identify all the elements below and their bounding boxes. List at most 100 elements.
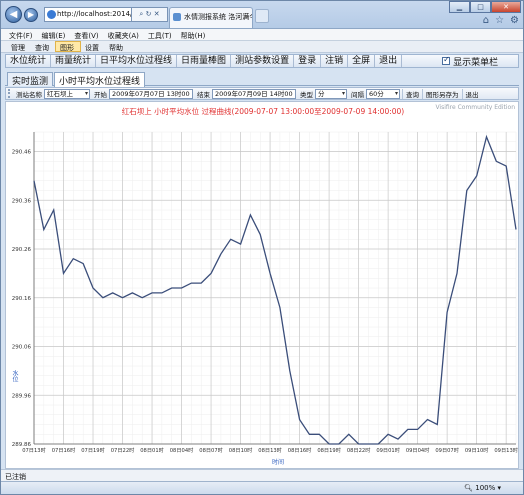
end-time-value: 2009年07月09日 14时00 [215,89,293,98]
x-tick-label: 09日01时 [376,446,400,454]
daily-rain-bar-button[interactable]: 日雨量棒图 [177,55,232,67]
minimize-button[interactable]: ▁ [449,1,470,13]
query-button[interactable]: 查询 [402,88,422,99]
fullscreen-button[interactable]: 全屏 [348,55,376,67]
app-menu-manage[interactable]: 管理 [7,41,31,52]
start-time-value: 2009年07月07日 13时00 [112,89,190,98]
rainfall-stats-button[interactable]: 雨量统计 [51,55,97,67]
water-level-stats-button[interactable]: 水位统计 [6,55,52,67]
interval-label: 间隔 [351,90,364,99]
station-label: 测站名称 [16,90,42,99]
end-time-input[interactable]: 2009年07月09日 14时00 [212,88,296,99]
station-select[interactable]: 红石坝上 ▾ [44,88,90,99]
app-menu-graph[interactable]: 图形 [55,41,81,52]
browser-window: ◀ ▶ http://localhost:2014/C6 ⌕ ↻ ✕ 水情测报系… [0,0,524,495]
x-tick-label: 09日07时 [435,446,459,454]
menu-file[interactable]: 文件(F) [5,29,38,40]
show-menu-toggle[interactable]: 显示菜单栏 [402,55,498,68]
show-menu-checkbox[interactable] [442,55,451,65]
zoom-level[interactable]: 🔍︎ 100% ▾ [464,484,501,492]
save-graph-button[interactable]: 图形另存为 [422,88,462,99]
content-tabs: 实时监测 小时平均水位过程线 [5,70,519,87]
function-toolbar: 水位统计 雨量统计 日平均水位过程线 日雨量棒图 测站参数设置 登录 注销 全屏… [5,54,519,68]
maximize-button[interactable]: □ [470,1,491,13]
x-tick-label: 07日16时 [52,446,76,454]
browser-chrome: ◀ ▶ http://localhost:2014/C6 ⌕ ↻ ✕ 水情测报系… [1,1,523,29]
browser-status-bar: 🔍︎ 100% ▾ [1,481,523,494]
x-tick-label: 07日13时 [22,446,46,454]
x-tick-label: 09日04时 [406,446,430,454]
x-tick-label: 07日22时 [111,446,135,454]
tab-page-icon [173,13,181,21]
window-controls: ▁ □ ✕ [449,1,521,13]
chevron-down-icon: ▾ [341,89,345,97]
menu-tools[interactable]: 工具(T) [144,29,177,40]
start-time-input[interactable]: 2009年07月07日 13时00 [109,88,193,99]
x-axis-label: 时间 [272,459,285,466]
x-tick-label: 08日13时 [258,446,282,454]
y-tick-label: 290.26 [12,247,32,253]
interval-select[interactable]: 60分 ▾ [366,88,400,99]
menu-help[interactable]: 帮助(H) [177,29,211,40]
type-value: 分 [318,89,325,98]
app-menu-help[interactable]: 帮助 [105,41,129,52]
logout-button[interactable]: 注销 [321,55,349,67]
x-tick-label: 08日16时 [288,446,312,454]
login-button[interactable]: 登录 [294,55,322,67]
gear-icon[interactable]: ⚙ [510,15,519,26]
exit-button[interactable]: 退出 [375,55,403,67]
x-tick-label: 09日13时 [494,446,518,454]
x-tick-label: 07日19时 [81,446,105,454]
type-select[interactable]: 分 ▾ [315,88,347,99]
x-tick-label: 08日07时 [199,446,223,454]
x-tick-label: 08日01时 [140,446,164,454]
y-tick-label: 290.36 [12,198,32,204]
x-tick-label: 08日19时 [317,446,341,454]
stop-icon[interactable]: ✕ [154,10,160,18]
chrome-icons: ⌂ ☆ ⚙ [483,15,519,26]
app-menu-settings[interactable]: 设置 [81,41,105,52]
search-icon[interactable]: ⌕ [139,10,143,18]
status-text: 已注销 [5,473,26,481]
menu-view[interactable]: 查看(V) [70,29,103,40]
x-tick-label: 08日04时 [170,446,194,454]
line-chart: 289.86289.96290.06290.16290.26290.36290.… [12,131,518,454]
home-icon[interactable]: ⌂ [483,15,489,26]
station-params-button[interactable]: 测站参数设置 [231,55,295,67]
y-tick-label: 290.06 [12,345,32,351]
app-menu-bar: 管理 查询 图形 设置 帮助 [1,41,523,53]
series-line [33,134,517,445]
forward-arrow-icon: ▶ [27,10,35,19]
start-label: 开始 [94,90,107,99]
menu-edit[interactable]: 编辑(E) [38,29,71,40]
x-tick-label: 09日10时 [465,446,489,454]
address-text: http://localhost:2014/C6 [57,10,131,18]
query-exit-button[interactable]: 退出 [461,88,482,99]
refresh-icon[interactable]: ↻ [146,10,152,18]
magnifier-icon: 🔍︎ [464,484,473,492]
forward-button[interactable]: ▶ [24,8,38,22]
star-icon[interactable]: ☆ [495,15,504,26]
zoom-value: 100% [475,484,496,492]
browser-tab[interactable]: 水情测报系统 洛河满今量... × [169,7,253,28]
address-tools[interactable]: ⌕ ↻ ✕ [132,7,168,22]
tab-close-icon[interactable]: × [242,12,249,21]
y-tick-label: 290.46 [12,150,32,156]
y-tick-label: 290.16 [12,296,32,302]
new-tab-button[interactable] [255,9,269,23]
ie-page-icon [47,10,56,19]
close-window-button[interactable]: ✕ [491,1,521,13]
app-menu-query[interactable]: 查询 [31,41,55,52]
back-button[interactable]: ◀ [5,6,22,23]
back-arrow-icon: ◀ [9,9,18,20]
tab-hourly-avg-level[interactable]: 小时平均水位过程线 [54,72,146,87]
daily-avg-level-button[interactable]: 日平均水位过程线 [96,55,178,67]
tab-realtime[interactable]: 实时监测 [7,72,54,87]
menu-favorites[interactable]: 收藏夹(A) [104,29,144,40]
browser-menu-bar: 文件(F) 编辑(E) 查看(V) 收藏夹(A) 工具(T) 帮助(H) [1,29,523,41]
x-tick-label: 08日10时 [229,446,253,454]
status-bar: 已注销 [1,469,523,481]
x-tick-label: 08日22时 [347,446,371,454]
chevron-down-icon: ▾ [84,89,88,97]
address-bar[interactable]: http://localhost:2014/C6 [44,7,132,22]
